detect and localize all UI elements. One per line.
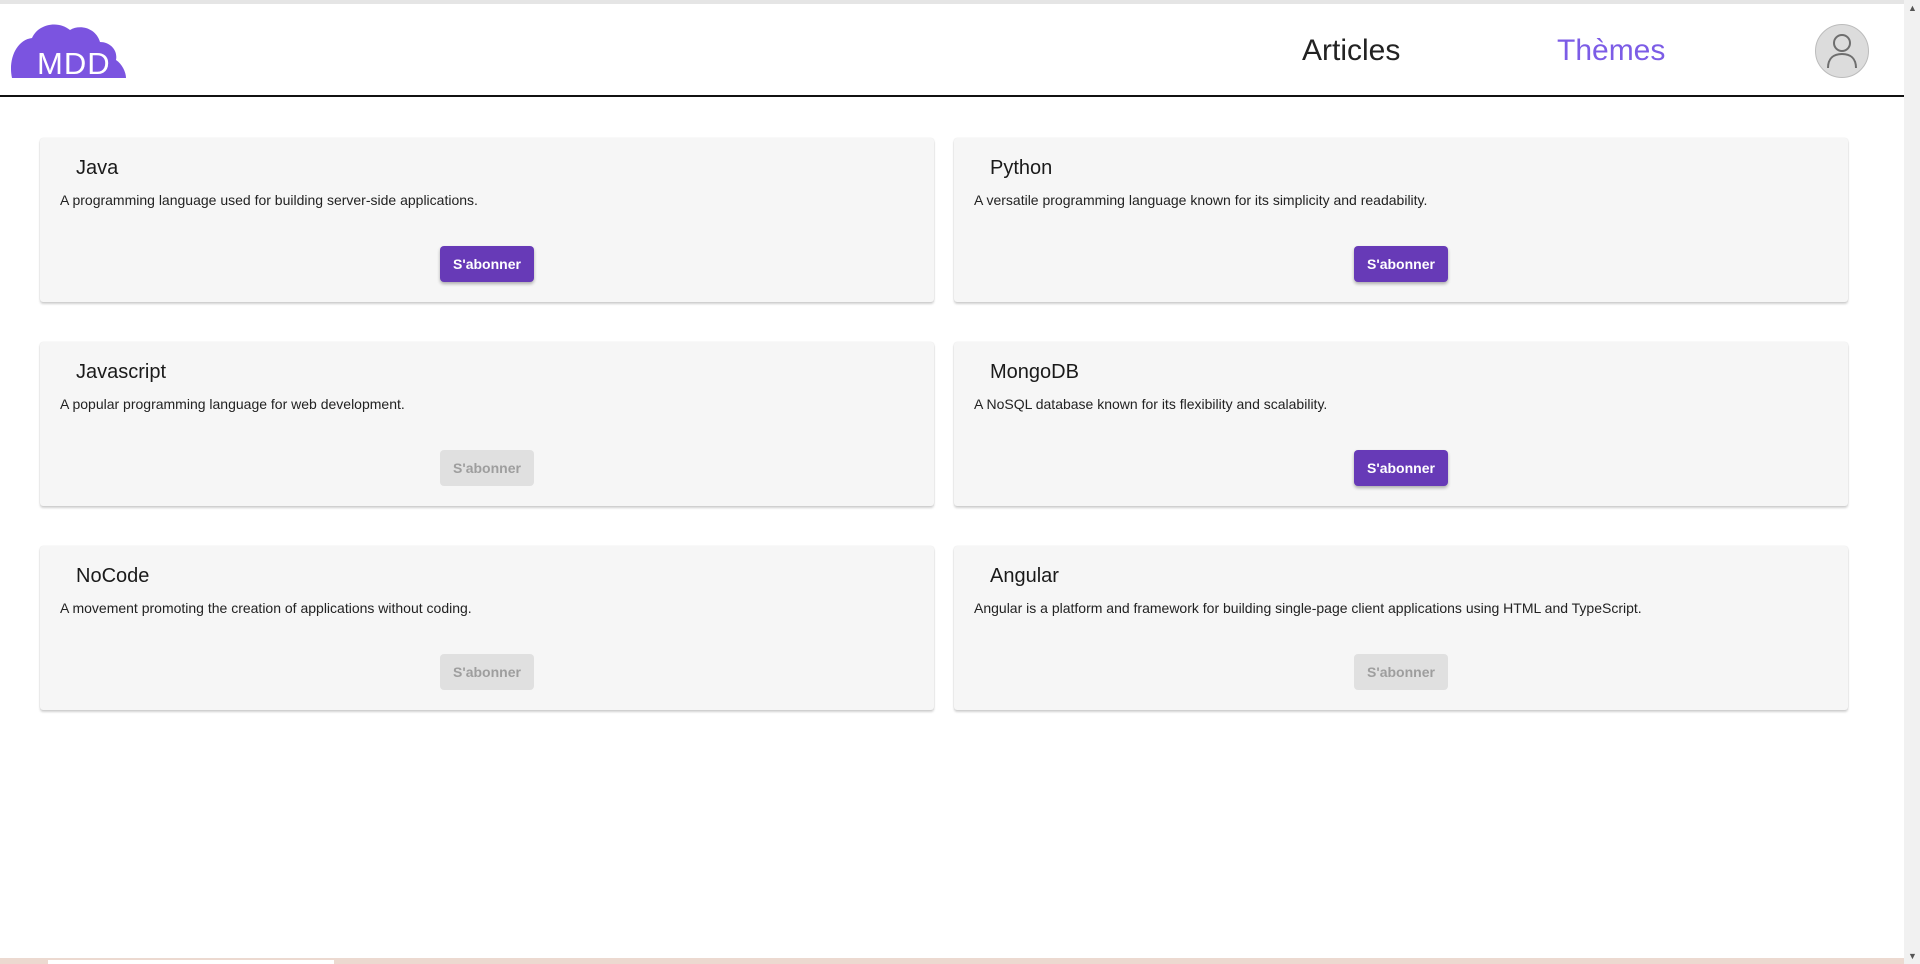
theme-card-java: Java A programming language used for bui…	[40, 138, 934, 302]
subscribe-button: S'abonner	[440, 450, 534, 486]
user-icon	[1827, 34, 1857, 69]
theme-card-mongodb: MongoDB A NoSQL database known for its f…	[954, 342, 1848, 506]
theme-description: A NoSQL database known for its flexibili…	[974, 396, 1328, 412]
theme-title: Java	[76, 157, 119, 179]
subscribe-button: S'abonner	[440, 654, 534, 690]
user-avatar-button[interactable]	[1815, 24, 1869, 78]
scroll-down-arrow-icon[interactable]: ▼	[1908, 951, 1917, 961]
subscribe-button[interactable]: S'abonner	[1354, 246, 1448, 282]
app-header: MDD Articles Thèmes	[0, 4, 1904, 97]
theme-title: Javascript	[76, 361, 167, 383]
nav-articles-link[interactable]: Articles	[1302, 34, 1400, 68]
browser-bottom-strip	[0, 958, 1904, 964]
subscribe-button[interactable]: S'abonner	[1354, 450, 1448, 486]
logo-text: MDD	[37, 46, 111, 81]
theme-title: Python	[990, 157, 1053, 179]
theme-title: NoCode	[76, 565, 150, 587]
scroll-up-arrow-icon[interactable]: ▲	[1908, 3, 1917, 13]
theme-description: A popular programming language for web d…	[60, 396, 405, 412]
subscribe-button: S'abonner	[1354, 654, 1448, 690]
theme-description: A programming language used for building…	[60, 192, 478, 208]
themes-grid: Java A programming language used for bui…	[40, 138, 1849, 710]
logo[interactable]: MDD	[10, 20, 128, 81]
theme-title: MongoDB	[990, 361, 1079, 383]
theme-card-nocode: NoCode A movement promoting the creation…	[40, 546, 934, 710]
theme-description: A versatile programming language known f…	[974, 192, 1428, 208]
nav-themes-link[interactable]: Thèmes	[1557, 34, 1665, 68]
theme-card-javascript: Javascript A popular programming languag…	[40, 342, 934, 506]
theme-title: Angular	[990, 565, 1059, 587]
theme-description: Angular is a platform and framework for …	[974, 600, 1642, 616]
theme-card-python: Python A versatile programming language …	[954, 138, 1848, 302]
theme-description: A movement promoting the creation of app…	[60, 600, 472, 616]
scrollbar[interactable]: ▲ ▼	[1904, 0, 1920, 964]
taskbar-segment	[48, 960, 334, 964]
theme-card-angular: Angular Angular is a platform and framew…	[954, 546, 1848, 710]
subscribe-button[interactable]: S'abonner	[440, 246, 534, 282]
